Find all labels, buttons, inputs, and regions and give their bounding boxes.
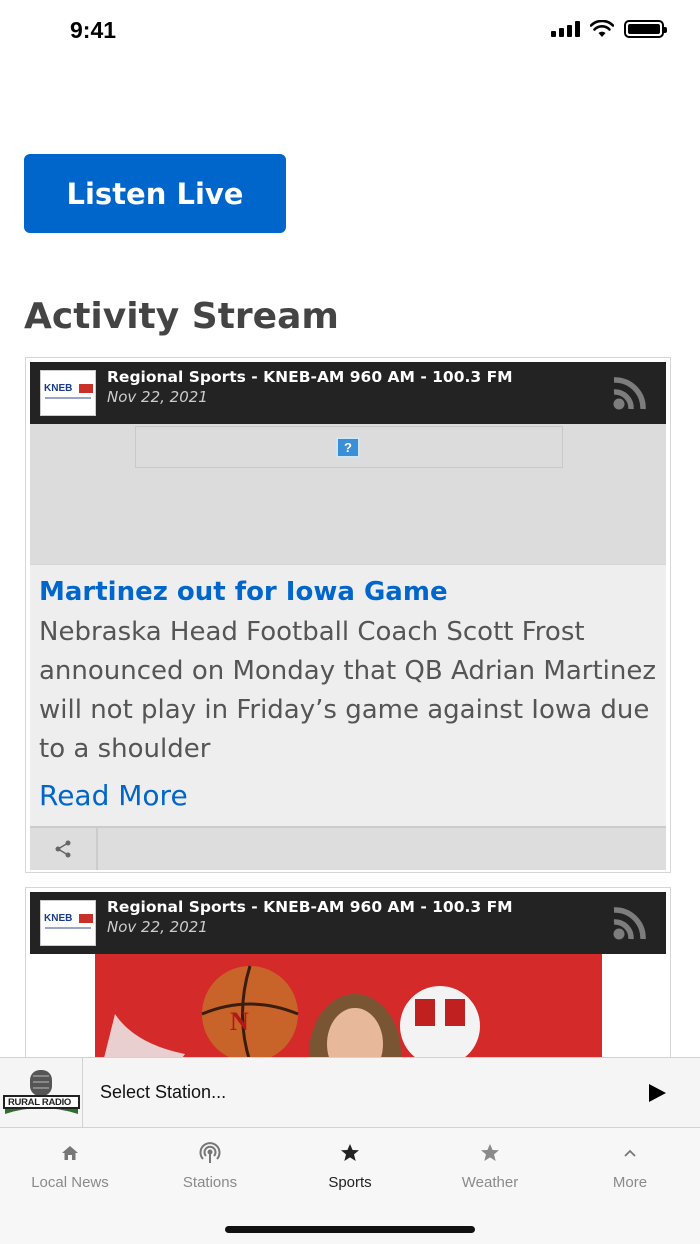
tab-more[interactable]: More: [560, 1140, 700, 1191]
svg-text:N: N: [230, 1007, 249, 1036]
tab-local-news[interactable]: Local News: [0, 1140, 140, 1191]
tab-sports[interactable]: Sports: [280, 1140, 420, 1191]
station-select[interactable]: Select Station...: [100, 1082, 226, 1103]
status-bar: 9:41: [0, 0, 700, 64]
star-icon: [341, 1144, 359, 1161]
card-date: Nov 22, 2021: [107, 918, 208, 936]
home-indicator[interactable]: [225, 1226, 475, 1233]
tab-bar: Local News Stations Sports Weather More: [0, 1128, 700, 1244]
wifi-icon: [590, 20, 614, 37]
share-icon: [55, 840, 71, 858]
rss-icon: [613, 377, 646, 410]
card-header: KNEB Regional Sports - KNEB-AM 960 AM - …: [30, 362, 666, 424]
card-footer: [30, 826, 666, 870]
chevron-up-icon: [624, 1149, 636, 1157]
card-body: Martinez out for Iowa Game Nebraska Head…: [30, 564, 666, 826]
rural-radio-logo-text: RURAL RADIO: [8, 1097, 72, 1108]
kneb-logo: KNEB: [40, 900, 96, 946]
card-headline[interactable]: Martinez out for Iowa Game: [39, 577, 657, 607]
battery-icon: [624, 20, 667, 38]
listen-live-button[interactable]: Listen Live: [24, 154, 286, 233]
share-button[interactable]: [30, 828, 98, 870]
broadcast-icon: [199, 1142, 221, 1163]
rss-icon: [613, 907, 646, 940]
tab-weather[interactable]: Weather: [420, 1140, 560, 1191]
card-source: Regional Sports - KNEB-AM 960 AM - 100.3…: [107, 368, 513, 386]
audio-player-bar[interactable]: RURAL RADIO Select Station...: [0, 1057, 700, 1128]
tab-stations[interactable]: Stations: [140, 1140, 280, 1191]
card-header: KNEB Regional Sports - KNEB-AM 960 AM - …: [30, 892, 666, 954]
read-more-link[interactable]: Read More: [39, 779, 657, 812]
card-source: Regional Sports - KNEB-AM 960 AM - 100.3…: [107, 898, 513, 916]
card-excerpt: Nebraska Head Football Coach Scott Frost…: [39, 617, 657, 764]
section-title: Activity Stream: [24, 296, 339, 337]
card-image: ?: [30, 424, 666, 564]
status-icons: [551, 20, 667, 38]
cellular-signal-icon: [551, 21, 580, 37]
star-icon: [481, 1144, 499, 1161]
status-time: 9:41: [70, 17, 117, 43]
card-date: Nov 22, 2021: [107, 388, 208, 406]
broken-image-icon: ?: [336, 437, 360, 458]
broken-image-frame: ?: [135, 426, 563, 468]
activity-card: KNEB Regional Sports - KNEB-AM 960 AM - …: [25, 357, 671, 873]
home-icon: [62, 1146, 78, 1160]
kneb-logo: KNEB: [40, 370, 96, 416]
play-icon[interactable]: [646, 1082, 668, 1104]
rural-radio-logo: RURAL RADIO: [0, 1058, 83, 1128]
